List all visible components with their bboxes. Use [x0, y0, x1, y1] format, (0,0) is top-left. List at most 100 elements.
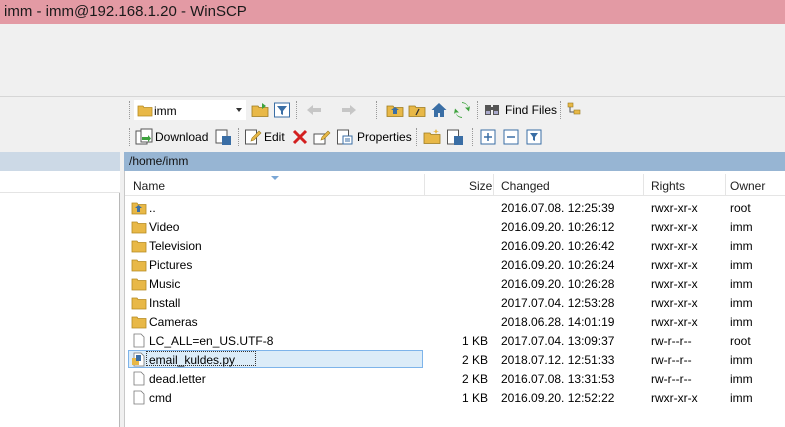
table-row[interactable]: cmd 1 KB 2016.09.20. 12:52:22 rwxr-xr-x imm [125, 388, 785, 407]
edit-icon[interactable] [244, 128, 262, 146]
refresh-icon[interactable] [453, 101, 471, 119]
table-row[interactable]: Video 2016.09.20. 10:26:12 rwxr-xr-x imm [125, 217, 785, 236]
column-owner[interactable]: Owner [730, 179, 765, 193]
toolbar-grip [238, 128, 240, 146]
properties-icon[interactable] [336, 128, 354, 146]
file-changed: 2016.09.20. 10:26:28 [501, 277, 615, 291]
find-files-icon[interactable] [484, 101, 502, 119]
file-name: Install [149, 296, 181, 310]
file-filter-icon[interactable] [525, 128, 543, 146]
folder-icon [131, 297, 147, 310]
table-row[interactable]: Pictures 2016.09.20. 10:26:24 rwxr-xr-x imm [125, 255, 785, 274]
tree-view-icon[interactable] [566, 101, 584, 119]
edit-button[interactable]: Edit [264, 130, 285, 144]
select-minus-icon[interactable] [502, 128, 520, 146]
file-rights: rwxr-xr-x [651, 220, 698, 234]
toolbar-area [0, 24, 785, 97]
file-changed: 2016.09.20. 10:26:42 [501, 239, 615, 253]
column-separator[interactable] [725, 174, 726, 196]
directory-combo-value: imm [154, 104, 177, 118]
file-name: .. [149, 201, 156, 215]
file-rights: rwxr-xr-x [651, 277, 698, 291]
properties-button[interactable]: Properties [357, 130, 412, 144]
column-size[interactable]: Size [469, 179, 492, 193]
remote-toolbar-row-1: imm Find Files [124, 97, 785, 124]
home-icon[interactable] [430, 101, 448, 119]
local-path-bar [0, 152, 120, 171]
file-changed: 2017.07.04. 13:09:37 [501, 334, 615, 348]
file-name: email_kuldes.py [149, 353, 236, 367]
filter-icon[interactable] [273, 101, 291, 119]
column-separator[interactable] [643, 174, 644, 196]
delete-icon[interactable] [291, 128, 309, 146]
root-directory-icon[interactable] [408, 101, 426, 119]
column-separator[interactable] [493, 174, 494, 196]
remote-path: /home/imm [129, 154, 189, 168]
file-owner: imm [730, 258, 753, 272]
remote-path-bar[interactable]: /home/imm [124, 152, 785, 171]
remote-file-list[interactable]: Name Size Changed Rights Owner .. 2016.07… [124, 171, 785, 427]
file-rights: rwxr-xr-x [651, 258, 698, 272]
file-changed: 2017.07.04. 12:53:28 [501, 296, 615, 310]
chevron-down-icon[interactable] [236, 108, 242, 112]
table-row[interactable]: Music 2016.09.20. 10:26:28 rwxr-xr-x imm [125, 274, 785, 293]
file-rights: rwxr-xr-x [651, 315, 698, 329]
folder-icon [131, 240, 147, 253]
local-column-header [0, 171, 120, 193]
open-directory-icon[interactable] [251, 101, 269, 119]
toolbar-grip [296, 101, 298, 119]
file-owner: imm [730, 391, 753, 405]
parent-folder-icon [131, 202, 147, 215]
download-icon[interactable] [135, 128, 153, 146]
table-row[interactable]: LC_ALL=en_US.UTF-8 1 KB 2017.07.04. 13:09:… [125, 331, 785, 350]
toolbar-grip[interactable] [129, 128, 131, 146]
find-files-button[interactable]: Find Files [505, 103, 557, 117]
toolbar-grip [376, 101, 378, 119]
download-button[interactable]: Download [155, 130, 208, 144]
column-changed[interactable]: Changed [501, 179, 550, 193]
remote-toolbar-row-2: Download Edit Properties [124, 124, 785, 151]
toolbar-grip [472, 128, 474, 146]
file-rights: rw-r--r-- [651, 334, 692, 348]
title-bar: imm - imm@192.168.1.20 - WinSCP [0, 0, 785, 24]
folder-icon [131, 316, 147, 329]
file-owner: imm [730, 315, 753, 329]
file-name: Music [149, 277, 181, 291]
table-row[interactable]: .. 2016.07.08. 12:25:39 rwxr-xr-x root [125, 198, 785, 217]
table-row[interactable]: dead.letter 2 KB 2016.07.08. 13:31:53 rw-r-… [125, 369, 785, 388]
file-owner: imm [730, 220, 753, 234]
column-separator[interactable] [424, 174, 425, 196]
file-changed: 2016.09.20. 10:26:12 [501, 220, 615, 234]
table-row[interactable]: Television 2016.09.20. 10:26:42 rwxr-xr-x i… [125, 236, 785, 255]
table-row[interactable]: Install 2017.07.04. 12:53:28 rwxr-xr-x imm [125, 293, 785, 312]
table-row[interactable]: Cameras 2018.06.28. 14:01:19 rwxr-xr-x imm [125, 312, 785, 331]
select-plus-icon[interactable] [479, 128, 497, 146]
file-rights: rwxr-xr-x [651, 391, 698, 405]
folder-icon [131, 278, 147, 291]
file-owner: imm [730, 277, 753, 291]
forward-arrow-icon[interactable] [340, 101, 358, 119]
file-name: dead.letter [149, 372, 206, 386]
column-rights[interactable]: Rights [651, 179, 685, 193]
file-changed: 2016.07.08. 12:25:39 [501, 201, 615, 215]
folder-icon [131, 259, 147, 272]
parent-directory-icon[interactable] [386, 101, 404, 119]
file-name: Cameras [149, 315, 198, 329]
folder-icon [137, 105, 153, 117]
file-size: 1 KB [461, 334, 488, 348]
add-to-queue-icon[interactable] [446, 128, 464, 146]
file-size: 2 KB [461, 372, 488, 386]
local-toolbar [0, 97, 120, 152]
new-folder-icon[interactable] [423, 128, 441, 146]
column-name[interactable]: Name [133, 179, 165, 193]
file-rights: rw-r--r-- [651, 353, 692, 367]
local-panel [0, 97, 120, 427]
download-options-icon[interactable] [214, 128, 232, 146]
directory-combo[interactable]: imm [134, 100, 246, 120]
rename-icon[interactable] [313, 128, 331, 146]
file-changed: 2016.07.08. 13:31:53 [501, 372, 615, 386]
toolbar-grip[interactable] [129, 101, 131, 119]
back-arrow-icon[interactable] [305, 101, 323, 119]
toolbar-grip [416, 128, 418, 146]
table-row[interactable]: email_kuldes.py 2 KB 2018.07.12. 12:51:33 r… [125, 350, 785, 369]
